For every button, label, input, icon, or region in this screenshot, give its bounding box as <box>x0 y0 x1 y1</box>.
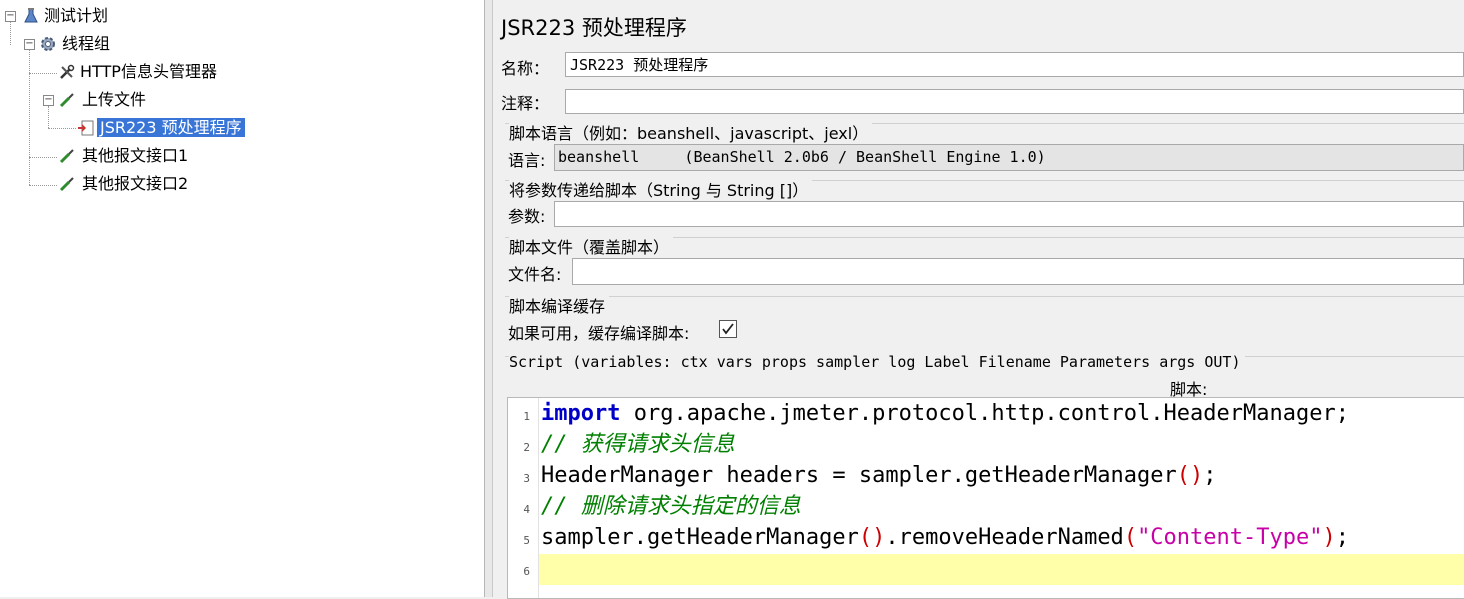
script-group-title: Script (variables: ctx vars props sample… <box>509 353 1245 371</box>
tree-node-label: JSR223 预处理程序 <box>97 118 245 137</box>
current-line-highlight <box>539 554 1464 585</box>
tree-node-label: 上传文件 <box>82 90 147 109</box>
tree-node-label: 其他报文接口1 <box>82 146 189 165</box>
script-icon <box>78 120 94 136</box>
element-editor-panel: JSR223 预处理程序 名称： JSR223 预处理程序 注释： 脚本语言（例… <box>493 0 1464 599</box>
tree-connector <box>48 106 49 128</box>
tree-node-http-header-manager[interactable]: HTTP信息头管理器 <box>58 60 220 84</box>
code-line: // 获得请求头信息 <box>541 429 735 460</box>
code-token: import <box>541 401 621 426</box>
pipette-icon <box>59 177 74 192</box>
code-line: HeaderManager headers = sampler.getHeade… <box>541 460 1217 491</box>
tree-connector <box>29 157 57 158</box>
tree-node-thread-group[interactable]: 线程组 <box>39 32 113 56</box>
code-token: sampler.getHeaderManager <box>541 525 859 550</box>
pipette-icon <box>59 93 74 108</box>
cache-label: 如果可用，缓存编译脚本: <box>508 324 690 343</box>
code-token: () <box>858 525 886 550</box>
parameters-label: 参数: <box>508 207 546 226</box>
tree-node-label: 测试计划 <box>44 6 109 25</box>
code-line: import org.apache.jmeter.protocol.http.c… <box>541 398 1349 429</box>
test-plan-tree[interactable]: − 测试计划 − 线程组 HTTP信息头管理器 − 上传文件 JSR223 预处… <box>0 0 485 597</box>
line-number: 1 <box>523 410 530 423</box>
collapse-toggle[interactable]: − <box>24 39 35 50</box>
tree-node-other-interface-2[interactable]: 其他报文接口2 <box>58 172 191 196</box>
collapse-toggle[interactable]: − <box>5 11 16 22</box>
collapse-toggle[interactable]: − <box>43 95 54 106</box>
flask-icon <box>24 8 38 23</box>
name-label: 名称： <box>501 59 550 78</box>
code-token: ( <box>1123 525 1138 550</box>
script-file-group-title: 脚本文件（覆盖脚本） <box>509 234 674 258</box>
split-pane-divider[interactable] <box>485 0 493 597</box>
code-token: // 获得请求头信息 <box>541 432 735 457</box>
line-number: 5 <box>523 534 530 547</box>
tree-connector <box>29 185 57 186</box>
tree-node-upload-file[interactable]: 上传文件 <box>58 88 149 112</box>
line-number: 3 <box>523 472 530 485</box>
code-line: sampler.getHeaderManager().removeHeaderN… <box>541 522 1349 553</box>
code-token: HeaderManager headers = sampler.getHeade… <box>541 463 1177 488</box>
tree-connector <box>29 50 30 185</box>
script-editor[interactable]: 1 2 3 4 5 6 import org.apache.jmeter.pro… <box>507 397 1464 599</box>
tree-connector <box>48 128 76 129</box>
group-border <box>505 296 1464 297</box>
page-title: JSR223 预处理程序 <box>501 16 687 40</box>
line-number: 4 <box>523 503 530 516</box>
tree-connector <box>10 22 11 45</box>
name-field[interactable]: JSR223 预处理程序 <box>565 52 1464 77</box>
tree-node-label: HTTP信息头管理器 <box>80 62 217 81</box>
cache-compiled-script-checkbox[interactable] <box>719 320 737 338</box>
comment-field[interactable] <box>565 89 1464 114</box>
line-number-gutter: 1 2 3 4 5 6 <box>508 398 539 598</box>
code-token: ; <box>1203 463 1217 488</box>
tree-node-other-interface-1[interactable]: 其他报文接口1 <box>58 144 191 168</box>
comment-label: 注释： <box>501 94 550 113</box>
line-number: 2 <box>523 441 530 454</box>
filename-field[interactable] <box>572 258 1464 285</box>
checkmark-icon <box>722 323 734 335</box>
language-select[interactable]: beanshell (BeanShell 2.0b6 / BeanShell E… <box>554 144 1464 171</box>
cache-group-title: 脚本编译缓存 <box>509 293 610 317</box>
code-token: "Content-Type" <box>1137 525 1323 550</box>
code-token: // 删除请求头指定的信息 <box>541 494 801 519</box>
line-number: 6 <box>523 565 530 578</box>
code-token: ) <box>1322 525 1336 550</box>
language-group-title: 脚本语言（例如：beanshell、javascript、jexl） <box>509 120 873 144</box>
tree-node-test-plan[interactable]: 测试计划 <box>22 4 111 28</box>
code-token: .removeHeaderNamed <box>885 525 1124 550</box>
parameters-field[interactable] <box>554 201 1464 227</box>
filename-label: 文件名: <box>508 265 562 284</box>
code-token: org.apache.jmeter.protocol.http.control.… <box>620 401 1349 426</box>
tree-connector <box>29 73 57 74</box>
wrench-icon <box>60 64 75 79</box>
code-token: ; <box>1335 525 1349 550</box>
tree-node-label: 线程组 <box>62 34 111 53</box>
tree-node-jsr223-preprocessor[interactable]: JSR223 预处理程序 <box>77 116 245 140</box>
code-token: () <box>1176 463 1204 488</box>
pipette-icon <box>59 149 74 164</box>
language-label: 语言: <box>508 151 546 170</box>
tree-node-label: 其他报文接口2 <box>82 174 189 193</box>
gear-icon <box>41 37 55 51</box>
parameters-group-title: 将参数传递给脚本（String 与 String []） <box>509 177 813 201</box>
code-line: // 删除请求头指定的信息 <box>541 491 801 522</box>
